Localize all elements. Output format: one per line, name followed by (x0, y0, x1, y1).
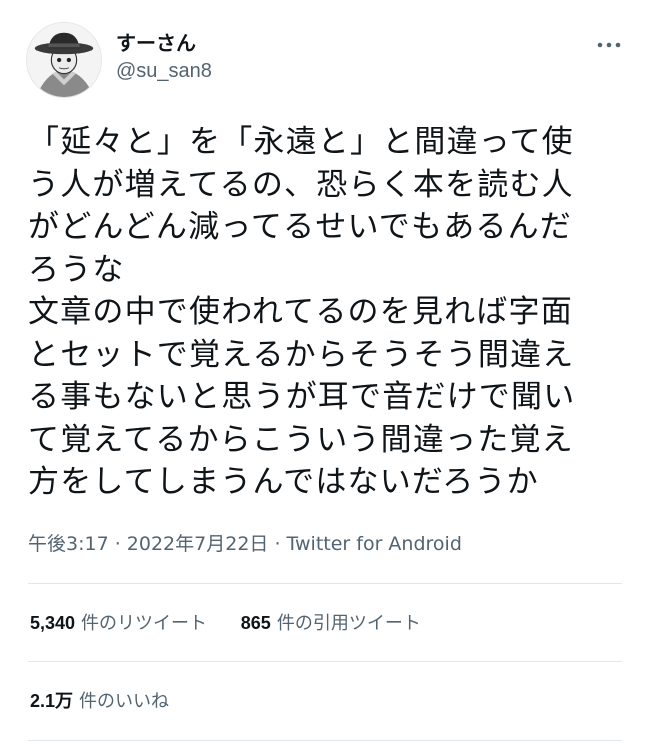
tweet-text-line: がどんどん減ってるせいでもあるんだ (28, 209, 572, 245)
retweets-count: 5,340 (30, 613, 76, 633)
meta-separator: · (108, 533, 127, 555)
avatar[interactable] (26, 22, 102, 98)
retweets-stat[interactable]: 5,340 件のリツイート (30, 608, 207, 639)
tweet-text: 「延々と」を「永遠と」と間違って使 う人が増えてるの、恐らく本を読む人 がどんど… (28, 121, 628, 504)
tweet-text-line: とセットで覚えるからそうそう間違え (28, 336, 575, 373)
tweet-meta: 午後3:17 · 2022年7月22日 · Twitter for Androi… (28, 531, 462, 557)
tweet-header: すーさん @su_san8 (26, 22, 626, 98)
engagement-row: 5,340 件のリツイート 865 件の引用ツイート (30, 608, 449, 638)
user-names: すーさん @su_san8 (116, 30, 212, 84)
divider (28, 583, 622, 584)
tweet-text-line: る事もないと思うが耳で音だけで聞い (28, 379, 576, 415)
tweet-text-line: う人が増えてるの、恐らく本を読む人 (28, 166, 574, 203)
more-horizontal-icon (597, 42, 621, 48)
tweet-date[interactable]: 2022年7月22日 (127, 533, 269, 555)
likes-label: 件のいいね (79, 691, 170, 712)
detective-avatar-image (27, 23, 101, 97)
tweet-text-line: 方をしてしまうんではないだろうか (28, 464, 539, 500)
more-button[interactable] (592, 30, 626, 60)
meta-separator: · (268, 533, 287, 555)
tweet-source[interactable]: Twitter for Android (287, 533, 462, 555)
quotes-count: 865 (240, 613, 271, 633)
retweets-label: 件のリツイート (81, 613, 208, 634)
tweet-text-line: ろうな (28, 251, 125, 288)
divider (28, 740, 622, 741)
tweet-text-line: て覚えてるからこういう間違った覚え (28, 421, 574, 458)
display-name[interactable]: すーさん (116, 30, 212, 56)
tweet-time[interactable]: 午後3:17 (28, 533, 109, 555)
likes-count: 2.1万 (30, 691, 74, 711)
user-handle[interactable]: @su_san8 (116, 58, 212, 84)
quotes-label: 件の引用ツイート (276, 613, 421, 634)
tweet-detail: すーさん @su_san8 「延々と」を「永遠と」と間違って使 う人が増えてるの… (0, 0, 650, 746)
likes-stat[interactable]: 2.1万 件のいいね (30, 686, 169, 717)
divider (28, 661, 622, 662)
tweet-text-line: 「延々と」を「永遠と」と間違って使 (28, 124, 574, 160)
quotes-stat[interactable]: 865 件の引用ツイート (241, 608, 421, 639)
likes-row: 2.1万 件のいいね (30, 686, 197, 716)
tweet-text-line: 文章の中で使われてるのを見れば字面 (28, 294, 573, 330)
